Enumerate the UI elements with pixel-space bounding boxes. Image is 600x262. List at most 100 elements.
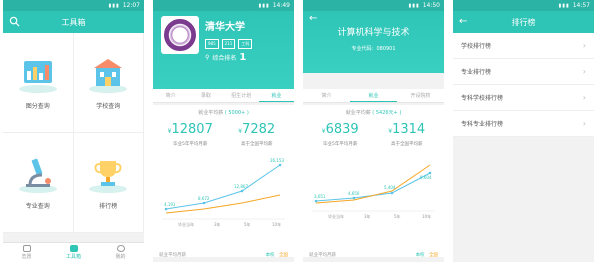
location-pin-icon: ⚲ xyxy=(205,54,210,61)
tab-schools[interactable]: 开设院校 xyxy=(397,89,444,102)
chart-legend: 就业平均月薪 本校 全国 xyxy=(159,252,288,258)
chevron-right-icon: › xyxy=(582,41,586,50)
chart-label: 4,191 xyxy=(164,202,176,207)
status-time: 14:57 xyxy=(572,2,590,9)
signal-icon: ▮▮▮ xyxy=(108,2,120,9)
status-bar: ▮▮▮ 12:07 xyxy=(3,0,144,11)
legend-text: 就业平均月薪 xyxy=(309,253,336,258)
tool-label: 图分查询 xyxy=(25,103,50,110)
ranking-screen: ▮▮▮ 14:57 ← 排行榜 学校排行榜 › 专业排行榜 › 专科学校排行榜 … xyxy=(453,0,594,262)
status-time: 14:50 xyxy=(422,2,440,9)
major-title: 计算机科学与技术 xyxy=(337,28,410,38)
detail-tabs: 简介 录取 招生计划 就业 xyxy=(153,89,294,103)
status-bar: ▮▮▮ 14:49 xyxy=(153,0,294,11)
chart-label: 12,807 xyxy=(234,184,248,189)
chart-label: 26,153 xyxy=(270,158,284,163)
tool-major-query[interactable]: 专业查询 xyxy=(3,133,74,233)
stat-desc: 高于全国平均薪 xyxy=(391,142,423,147)
user-icon xyxy=(116,245,125,252)
major-screen: ▮▮▮ 14:50 ← 计算机科学与技术 专业代码：080901 简介 就业 开… xyxy=(303,0,444,262)
toolbox-screen: ▮▮▮ 12:07 工具箱 图分查询 学校查询 专业查询 排行榜 志愿 工具箱 … xyxy=(3,0,144,262)
tool-label: 学校查询 xyxy=(96,103,121,110)
chart-board-icon xyxy=(18,61,57,93)
chevron-right-icon: › xyxy=(582,67,586,76)
list-item-label: 专科专业排行榜 xyxy=(461,121,504,128)
x-axis-label: 毕业当年 xyxy=(328,213,344,219)
bottom-tab-bar: 志愿 工具箱 我的 xyxy=(3,242,144,262)
tab-employment[interactable]: 就业 xyxy=(258,89,294,102)
chevron-right-icon: › xyxy=(582,119,586,128)
tool-school-query[interactable]: 学校查询 xyxy=(73,33,144,133)
tab-label: 志愿 xyxy=(21,254,32,260)
list-item-label: 专科学校排行榜 xyxy=(461,95,504,102)
major-header: ← 计算机科学与技术 专业代码：080901 xyxy=(303,11,444,73)
chart-label: 9,604 xyxy=(420,175,432,180)
rank-value: 1 xyxy=(239,52,247,63)
tab-volunteer[interactable]: 志愿 xyxy=(3,243,50,262)
signal-icon: ▮▮▮ xyxy=(558,2,570,9)
chart-legend: 就业平均月薪 本校 全国 xyxy=(309,252,438,258)
tag-badge: 211 xyxy=(221,39,236,49)
status-bar: ▮▮▮ 14:50 xyxy=(303,0,444,11)
toolbox-icon xyxy=(69,245,78,252)
app-bar: 工具箱 xyxy=(3,11,144,33)
tab-toolbox[interactable]: 工具箱 xyxy=(50,243,97,262)
tab-label: 工具箱 xyxy=(65,254,81,260)
tab-plan[interactable]: 招生计划 xyxy=(224,89,259,102)
stat-value: 1314 xyxy=(392,122,426,137)
salary-caption: 就业平均薪 ( 5426元+ ) xyxy=(345,110,402,116)
chart-label: 5,404 xyxy=(384,185,396,190)
tool-grid: 图分查询 学校查询 专业查询 排行榜 xyxy=(3,33,144,233)
tab-intro[interactable]: 简介 xyxy=(303,89,350,102)
stat-avg-salary: ¥12807 毕业5年平均月薪 xyxy=(157,122,224,147)
tab-label: 我的 xyxy=(115,254,126,260)
list-item-label: 专业排行榜 xyxy=(461,69,492,76)
university-logo xyxy=(161,16,199,54)
university-tags: 985 211 工科 xyxy=(205,39,253,49)
page-title: 排行榜 xyxy=(511,17,536,27)
tool-label: 排行榜 xyxy=(99,203,118,210)
stat-value: 6839 xyxy=(325,122,359,137)
stat-desc: 毕业5年平均月薪 xyxy=(173,142,208,147)
tab-admission[interactable]: 录取 xyxy=(188,89,223,102)
tab-mine[interactable]: 我的 xyxy=(97,243,144,262)
major-code: 专业代码：080901 xyxy=(351,46,396,52)
university-header: 清华大学 985 211 工科 ⚲ 综合排名 1 xyxy=(153,11,294,89)
stat-desc: 高于全国平均薪 xyxy=(241,142,273,147)
back-arrow-icon[interactable]: ← xyxy=(309,13,317,24)
legend-key-national: 全国 xyxy=(279,253,288,258)
trophy-icon xyxy=(89,161,128,193)
app-bar: ← 排行榜 xyxy=(453,11,594,33)
legend-key-school: 本校 xyxy=(415,253,425,258)
chart-label: 8,672 xyxy=(198,196,210,201)
x-axis-label: 10年 xyxy=(272,221,281,227)
rank-label: 综合排名 xyxy=(212,55,237,62)
salary-line-chart: 4,191 8,672 12,807 26,153 毕业当年 3年 5年 10年 xyxy=(162,158,285,227)
x-axis-label: 10年 xyxy=(422,213,431,219)
tab-employment[interactable]: 就业 xyxy=(350,89,397,102)
legend-key-school: 本校 xyxy=(265,253,275,258)
ranking-list: 学校排行榜 › 专业排行榜 › 专科学校排行榜 › 专科专业排行榜 › xyxy=(453,33,594,137)
tool-label: 专业查询 xyxy=(25,203,50,210)
tag-badge: 985 xyxy=(205,39,219,49)
school-building-icon xyxy=(89,59,128,93)
list-item-school-ranking[interactable]: 学校排行榜 › xyxy=(453,33,594,59)
list-item-college-major-ranking[interactable]: 专科专业排行榜 › xyxy=(453,111,594,137)
list-item-major-ranking[interactable]: 专业排行榜 › xyxy=(453,59,594,85)
list-item-label: 学校排行榜 xyxy=(461,43,492,50)
tool-ranking[interactable]: 排行榜 xyxy=(73,133,144,233)
tab-intro[interactable]: 简介 xyxy=(153,89,188,102)
x-axis-label: 5年 xyxy=(244,221,251,227)
tool-score-query[interactable]: 图分查询 xyxy=(3,33,74,133)
overall-rank: ⚲ 综合排名 1 xyxy=(205,52,246,63)
stat-above-national: ¥1314 高于全国平均薪 xyxy=(374,122,441,147)
university-name: 清华大学 xyxy=(205,22,245,33)
salary-stats: ¥6839 毕业5年平均月薪 ¥1314 高于全国平均薪 xyxy=(303,116,444,147)
stat-above-national: ¥7282 高于全国平均薪 xyxy=(224,122,291,147)
status-time: 14:49 xyxy=(272,2,290,9)
salary-card: 就业平均薪 ( 5426元+ ) ¥6839 毕业5年平均月薪 ¥1314 高于… xyxy=(303,105,444,257)
list-item-college-ranking[interactable]: 专科学校排行榜 › xyxy=(453,85,594,111)
home-icon xyxy=(22,245,31,252)
university-screen: ▮▮▮ 14:49 清华大学 985 211 工科 ⚲ 综合排名 1 简介 录取… xyxy=(153,0,294,262)
stat-desc: 毕业5年平均月薪 xyxy=(323,142,358,147)
